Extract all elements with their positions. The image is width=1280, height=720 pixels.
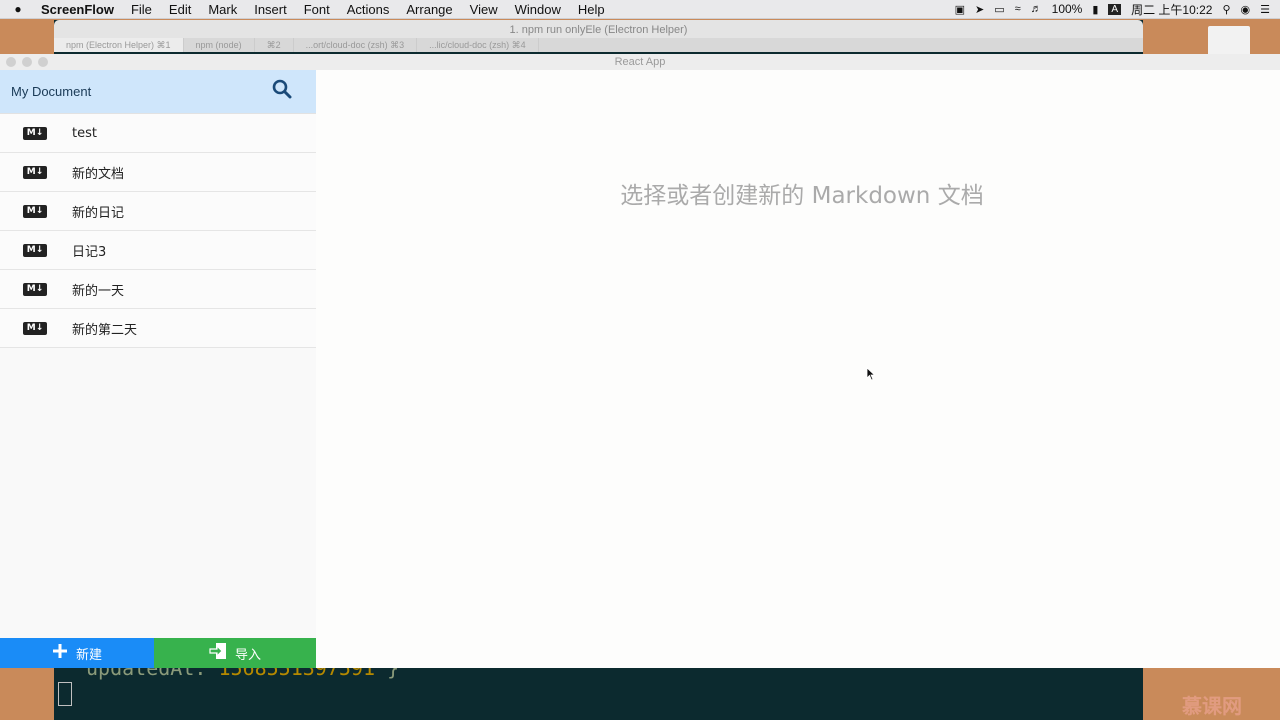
terminal-cursor [58, 682, 72, 706]
menu-font[interactable]: Font [304, 2, 330, 17]
volume-icon[interactable]: ♬ [1031, 3, 1042, 15]
search-header: My Document [0, 70, 316, 114]
markdown-icon: M↓ [23, 321, 47, 335]
react-app-window: React App My Document M↓ test M↓ 新的文档 M↓ [0, 54, 1280, 668]
file-item-diary3[interactable]: M↓ 日记3 [0, 231, 316, 270]
terminal-title: 1. npm run onlyEle (Electron Helper) [54, 20, 1143, 38]
terminal-tab-1[interactable]: npm (Electron Helper) ⌘1 [54, 38, 184, 52]
close-window-icon[interactable] [6, 57, 16, 67]
battery-icon[interactable]: ▮ [1092, 3, 1098, 16]
window-controls [6, 57, 48, 67]
file-item-new-doc[interactable]: M↓ 新的文档 [0, 153, 316, 192]
markdown-icon: M↓ [23, 282, 47, 296]
editor-area: 选择或者创建新的 Markdown 文档 [316, 70, 1280, 668]
menu-help[interactable]: Help [578, 2, 605, 17]
menu-edit[interactable]: Edit [169, 2, 191, 17]
new-file-button[interactable]: 新建 [0, 638, 154, 668]
terminal-tab-4[interactable]: ...lic/cloud-doc (zsh) ⌘4 [417, 38, 539, 52]
desktop-file-icon[interactable] [1208, 26, 1250, 56]
menu-actions[interactable]: Actions [347, 2, 390, 17]
import-icon [209, 642, 227, 664]
markdown-icon: M↓ [23, 243, 47, 257]
terminal-tab-3[interactable]: ...ort/cloud-doc (zsh) ⌘3 [294, 38, 418, 52]
file-name: test [72, 125, 97, 141]
file-name: 新的文档 [72, 166, 125, 182]
menu-arrange[interactable]: Arrange [406, 2, 452, 17]
markdown-icon: M↓ [23, 204, 47, 218]
sidebar-bottom-bar: 新建 导入 [0, 638, 316, 668]
battery-percent: 100% [1051, 2, 1083, 16]
react-titlebar: React App [0, 54, 1280, 71]
notification-center-icon[interactable]: ☰ [1260, 3, 1270, 16]
siri-icon[interactable]: ◉ [1241, 3, 1251, 16]
menu-window[interactable]: Window [515, 2, 561, 17]
window-title: React App [614, 56, 666, 68]
menu-view[interactable]: View [470, 2, 498, 17]
mouse-pointer-icon [866, 367, 876, 386]
sidebar-title: My Document [11, 84, 92, 99]
menu-app-name[interactable]: ScreenFlow [41, 2, 114, 17]
file-name: 新的日记 [72, 205, 125, 221]
wifi-icon[interactable]: ≈ [1015, 3, 1021, 15]
menubar-clock[interactable]: 周二 上午10:22 [1131, 1, 1212, 18]
status-area: ▣ ➤ ▭ ≈ ♬ 100% ▮ A 周二 上午10:22 ⚲ ◉ ☰ [955, 0, 1270, 18]
search-icon[interactable] [272, 79, 292, 104]
input-method-indicator[interactable]: A [1108, 3, 1122, 15]
markdown-icon: M↓ [23, 126, 47, 140]
minimize-window-icon[interactable] [22, 57, 32, 67]
menu-file[interactable]: File [131, 2, 152, 17]
terminal-tab-node[interactable]: npm (node) [184, 38, 255, 52]
empty-state-hint: 选择或者创建新的 Markdown 文档 [620, 183, 984, 209]
file-item-test[interactable]: M↓ test [0, 114, 316, 153]
import-label: 导入 [234, 647, 261, 663]
file-name: 新的一天 [72, 283, 125, 299]
watermark-logo: 慕课网 [1182, 696, 1242, 718]
markdown-icon: M↓ [23, 165, 47, 179]
send-icon[interactable]: ➤ [975, 3, 984, 16]
plus-icon [52, 643, 68, 663]
terminal-tabs: npm (Electron Helper) ⌘1 npm (node) ⌘2 .… [54, 38, 1143, 52]
spotlight-search-icon[interactable]: ⚲ [1222, 3, 1230, 16]
apple-icon[interactable]: ● [10, 2, 26, 16]
file-item-second-day[interactable]: M↓ 新的第二天 [0, 309, 316, 348]
menu-insert[interactable]: Insert [254, 2, 287, 17]
file-list: M↓ test M↓ 新的文档 M↓ 新的日记 M↓ 日记3 M↓ 新的一天 M… [0, 114, 316, 348]
airplay-icon[interactable]: ▭ [994, 3, 1004, 16]
macos-menubar: ● ScreenFlow File Edit Mark Insert Font … [0, 0, 1280, 19]
terminal-tab-2[interactable]: ⌘2 [255, 38, 294, 52]
file-name: 新的第二天 [72, 322, 138, 338]
import-button[interactable]: 导入 [154, 638, 316, 668]
new-file-label: 新建 [75, 647, 102, 663]
file-item-new-diary[interactable]: M↓ 新的日记 [0, 192, 316, 231]
file-item-new-day[interactable]: M↓ 新的一天 [0, 270, 316, 309]
zoom-window-icon[interactable] [38, 57, 48, 67]
file-name: 日记3 [72, 244, 107, 260]
menu-mark[interactable]: Mark [208, 2, 237, 17]
file-sidebar: My Document M↓ test M↓ 新的文档 M↓ 新的日记 M↓ 日… [0, 70, 316, 668]
screen-record-icon[interactable]: ▣ [955, 3, 965, 16]
